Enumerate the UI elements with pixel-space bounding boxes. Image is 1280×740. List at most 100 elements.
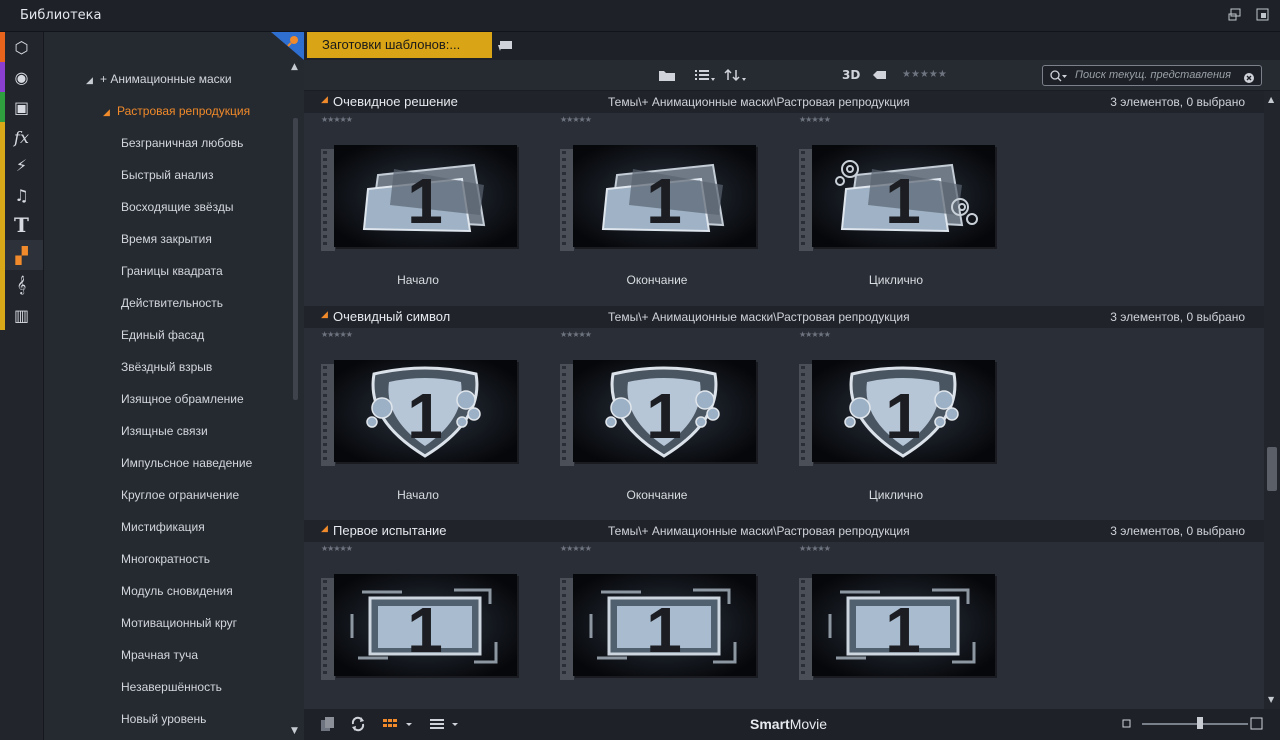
- template-item[interactable]: ★★★★★ 1 Окончание: [560, 330, 756, 516]
- details-menu-icon[interactable]: [428, 716, 460, 736]
- template-caption: Начало: [397, 488, 439, 502]
- tree-item[interactable]: Действительность: [121, 296, 223, 310]
- template-item[interactable]: ★★★★★ 1 Циклично: [799, 330, 995, 516]
- tree-scroll-thumb[interactable]: [293, 118, 298, 400]
- rating-stars[interactable]: ★★★★★: [321, 544, 353, 553]
- content-scrollbar[interactable]: ▲ ▼: [1264, 91, 1280, 709]
- pin-icon[interactable]: [271, 32, 304, 60]
- template-thumbnail[interactable]: 1: [812, 145, 995, 247]
- title-text-icon[interactable]: T: [0, 210, 43, 240]
- photos-icon[interactable]: ▣: [0, 92, 43, 122]
- restore-icon[interactable]: [1256, 8, 1270, 22]
- tree-item[interactable]: Безграничная любовь: [121, 136, 243, 150]
- template-thumbnail[interactable]: 1: [573, 145, 756, 247]
- tab-templates[interactable]: Заготовки шаблонов:...: [307, 32, 492, 58]
- rating-stars[interactable]: ★★★★★: [321, 115, 353, 124]
- slider-knob[interactable]: [1197, 717, 1203, 729]
- content-scroll-thumb[interactable]: [1267, 447, 1277, 491]
- group-header[interactable]: ◢ Очевидное решение Темы\+ Анимационные ма…: [304, 91, 1264, 113]
- view-3d-toggle[interactable]: 3D: [842, 68, 860, 82]
- scroll-up-icon[interactable]: ▲: [1268, 95, 1274, 104]
- fx-icon[interactable]: fx: [0, 122, 43, 152]
- collapse-arrow-icon[interactable]: ◢: [321, 95, 328, 105]
- rating-stars[interactable]: ★★★★★: [799, 544, 831, 553]
- tree-item[interactable]: Единый фасад: [121, 328, 204, 342]
- new-tab-icon[interactable]: [497, 38, 513, 52]
- tree-item[interactable]: Восходящие звёзды: [121, 200, 233, 214]
- tree-item[interactable]: Новый уровень: [121, 712, 206, 726]
- rating-stars[interactable]: ★★★★★: [560, 544, 592, 553]
- template-thumbnail[interactable]: 1: [334, 145, 517, 247]
- large-size-icon[interactable]: [1250, 717, 1264, 735]
- template-thumbnail[interactable]: 1: [334, 574, 517, 676]
- collapse-arrow-icon[interactable]: ◢: [321, 310, 328, 320]
- grid-view-icon[interactable]: [382, 716, 412, 736]
- rating-filter-stars[interactable]: ★★★★★: [902, 69, 947, 80]
- smartmovie-button[interactable]: SmartMovie: [750, 716, 827, 732]
- collapse-arrow-icon[interactable]: ◢: [103, 107, 117, 118]
- tree-item[interactable]: Быстрый анализ: [121, 168, 214, 182]
- template-item[interactable]: ★★★★★ 1 Циклично: [799, 115, 995, 301]
- tree-node-selected[interactable]: ◢ Растровая репродукция: [103, 104, 250, 118]
- template-item[interactable]: ★★★★★ 1: [799, 544, 995, 709]
- tree-item[interactable]: Границы квадрата: [121, 264, 223, 278]
- template-item[interactable]: ★★★★★ 1 Начало: [321, 330, 517, 516]
- search-field[interactable]: Поиск текущ. представления: [1042, 65, 1262, 86]
- small-size-icon[interactable]: [1122, 718, 1132, 733]
- icon-glyph: ◉: [14, 67, 29, 87]
- group-header[interactable]: ◢ Очевидный символ Темы\+ Анимационные мас…: [304, 306, 1264, 328]
- template-item[interactable]: ★★★★★ 1 Начало: [321, 115, 517, 301]
- list-view-icon[interactable]: [694, 68, 716, 86]
- scroll-down-icon[interactable]: ▼: [291, 726, 298, 736]
- rating-stars[interactable]: ★★★★★: [560, 330, 592, 339]
- collapse-arrow-icon[interactable]: ◢: [321, 524, 328, 534]
- tree-item[interactable]: Звёздный взрыв: [121, 360, 212, 374]
- rating-stars[interactable]: ★★★★★: [321, 330, 353, 339]
- scroll-down-icon[interactable]: ▼: [1268, 695, 1274, 704]
- templates-icon[interactable]: ▞: [0, 240, 43, 270]
- template-thumbnail[interactable]: 1: [573, 360, 756, 462]
- lightning-icon[interactable]: ⚡: [0, 150, 43, 180]
- scroll-up-icon[interactable]: ▲: [291, 62, 298, 72]
- archive-icon[interactable]: ⬡: [0, 32, 43, 62]
- tree-node-animated-masks[interactable]: ◢ + Анимационные маски: [86, 72, 232, 86]
- sort-icon[interactable]: [724, 68, 748, 86]
- tree-item[interactable]: Незавершённость: [121, 680, 222, 694]
- sync-icon[interactable]: [350, 716, 366, 736]
- group-header[interactable]: ◢ Первое испытание Темы\+ Анимационные мас…: [304, 520, 1264, 542]
- tree-item[interactable]: Мистификация: [121, 520, 205, 534]
- film-reel-icon[interactable]: ◉: [0, 62, 43, 92]
- undock-icon[interactable]: [1228, 8, 1242, 22]
- tree-item[interactable]: Время закрытия: [121, 232, 212, 246]
- tree-item[interactable]: Изящные связи: [121, 424, 208, 438]
- tree-item[interactable]: Импульсное наведение: [121, 456, 252, 470]
- template-item[interactable]: ★★★★★ 1: [321, 544, 517, 709]
- audio-clef-icon[interactable]: 𝄞: [0, 270, 43, 300]
- tree-item[interactable]: Изящное обрамление: [121, 392, 244, 406]
- tree-item[interactable]: Круглое ограничение: [121, 488, 239, 502]
- copy-icon[interactable]: [320, 716, 336, 736]
- template-thumbnail[interactable]: 1: [573, 574, 756, 676]
- template-thumbnail[interactable]: 1: [334, 360, 517, 462]
- folder-icon[interactable]: [658, 68, 676, 86]
- rating-stars[interactable]: ★★★★★: [799, 115, 831, 124]
- tag-icon[interactable]: [872, 68, 888, 86]
- tree-item[interactable]: Многократность: [121, 552, 210, 566]
- template-item[interactable]: ★★★★★ 1 Окончание: [560, 115, 756, 301]
- search-icon[interactable]: [1049, 68, 1069, 88]
- template-item[interactable]: ★★★★★ 1: [560, 544, 756, 709]
- piano-icon[interactable]: ▥: [0, 300, 43, 330]
- music-note-icon[interactable]: ♫: [0, 180, 43, 210]
- thumbnail-size-slider[interactable]: [1142, 717, 1248, 729]
- tree-item[interactable]: Модуль сновидения: [121, 584, 233, 598]
- collapse-arrow-icon[interactable]: ◢: [86, 75, 100, 86]
- clear-search-icon[interactable]: [1243, 69, 1255, 88]
- tree-item[interactable]: Мрачная туча: [121, 648, 198, 662]
- title-bar: Библиотека: [0, 0, 1280, 32]
- tree-item[interactable]: Мотивационный круг: [121, 616, 237, 630]
- rating-stars[interactable]: ★★★★★: [560, 115, 592, 124]
- tree-scrollbar[interactable]: ▲ ▼: [288, 62, 304, 740]
- template-thumbnail[interactable]: 1: [812, 360, 995, 462]
- template-thumbnail[interactable]: 1: [812, 574, 995, 676]
- rating-stars[interactable]: ★★★★★: [799, 330, 831, 339]
